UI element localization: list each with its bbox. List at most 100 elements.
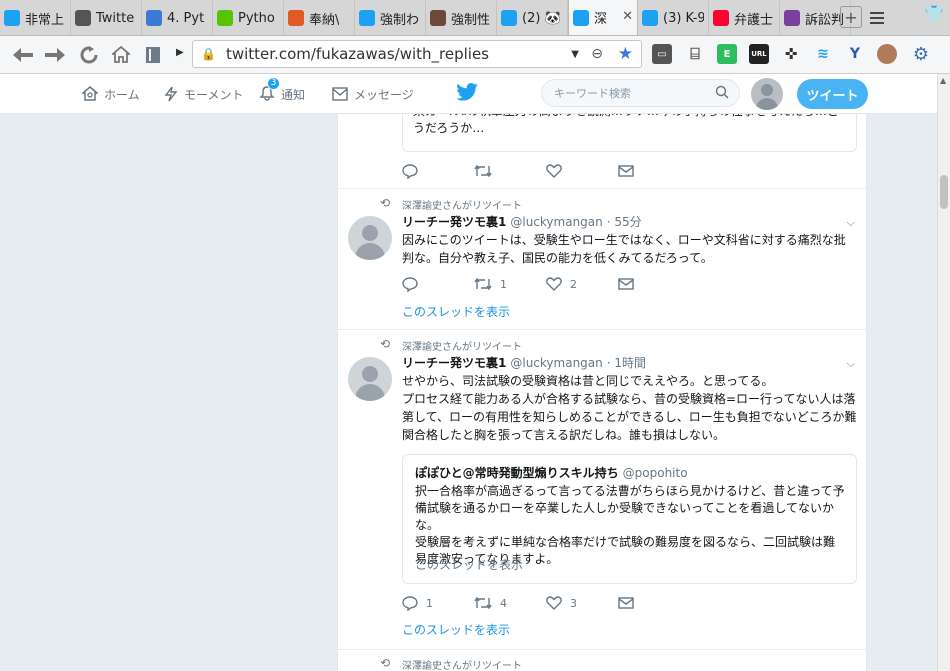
retweet-button[interactable] xyxy=(474,164,546,178)
twitter-bird-icon xyxy=(501,10,517,26)
show-thread-link[interactable]: このスレッドを表示 xyxy=(402,303,510,320)
tab-title: 訴訟判 xyxy=(805,12,845,28)
forward-button[interactable] xyxy=(40,40,70,70)
url-shortener-icon[interactable]: URL xyxy=(749,44,769,64)
tweet-partial[interactable]: 某ガールⅡの執筆圧力の高まりを観測…ウソ…今の手持ちの仕事を考えたら…どうだろう… xyxy=(338,114,866,189)
browser-tab[interactable]: 強制わ xyxy=(355,1,426,35)
like-button[interactable]: 2 xyxy=(546,277,618,291)
user-avatar[interactable] xyxy=(348,216,392,260)
tweet-item[interactable]: ⟲ 深澤諭史さんがリツイート xyxy=(338,650,866,671)
shirt-icon[interactable]: 👕 xyxy=(924,4,944,23)
chevron-down-icon[interactable]: ⌵ xyxy=(847,357,855,371)
profile-avatar[interactable] xyxy=(751,78,783,110)
browser-tab[interactable]: 弁護士 xyxy=(709,1,780,35)
dm-button[interactable] xyxy=(618,597,690,609)
scroll-up-icon[interactable]: ▲ xyxy=(940,76,946,85)
url-dropdown-icon[interactable]: ▼ xyxy=(571,49,579,60)
browser-tab[interactable]: 非常上 xyxy=(0,1,71,35)
nav-home-label: ホーム xyxy=(104,87,140,102)
twitter-header: ホーム モーメント 3 通知 メッセージ キーワード検索 ツイート xyxy=(0,74,937,114)
reply-button[interactable] xyxy=(402,276,474,292)
extension-icon-1[interactable]: ▭ xyxy=(652,44,672,64)
dm-button[interactable] xyxy=(618,165,690,177)
extension-icon-3[interactable]: ≋ xyxy=(813,44,833,64)
home-button[interactable] xyxy=(106,40,136,70)
tab-title: (2) 🐼 xyxy=(522,10,561,26)
browser-tab[interactable]: 奉納\ xyxy=(284,1,355,35)
zoom-icon[interactable]: ⊖ xyxy=(591,46,603,62)
home-icon xyxy=(112,46,130,63)
bookmark-sidebar-button[interactable] xyxy=(138,40,168,70)
bookmark-star-icon[interactable]: ★ xyxy=(618,44,633,64)
search-icon[interactable] xyxy=(715,85,729,99)
quoted-show-thread-link[interactable]: このスレッドを表示 xyxy=(415,556,523,573)
lightning-icon xyxy=(164,86,178,102)
tweet-item[interactable]: ⟲ 深澤諭史さんがリツイート リーチー発ツモ裏1 @luckymangan · 55… xyxy=(338,189,866,330)
nav-moments[interactable]: モーメント xyxy=(164,74,244,114)
profile-photo-icon[interactable] xyxy=(877,44,897,64)
tweet-time[interactable]: · 1時間 xyxy=(607,356,646,370)
twitter-bird-logo-icon[interactable] xyxy=(456,83,478,101)
chevron-down-icon[interactable]: ⌵ xyxy=(847,216,855,230)
reply-button[interactable]: 1 xyxy=(402,595,474,611)
browser-tab[interactable]: 深 ✕ xyxy=(568,0,638,35)
nav-home[interactable]: ホーム xyxy=(82,74,140,114)
tab-title: Twitte xyxy=(96,10,135,26)
browser-tab[interactable]: Twitte xyxy=(71,1,142,35)
chevron-right-icon[interactable]: ▶ xyxy=(176,47,184,58)
tab-title: 強制わ xyxy=(380,12,420,28)
twitter-bird-icon xyxy=(573,9,589,26)
tab-list-button[interactable] xyxy=(870,8,890,28)
tab-title: 弁護士 xyxy=(734,12,774,28)
quote-partial-box[interactable]: 某ガールⅡの執筆圧力の高まりを観測…ウソ…今の手持ちの仕事を考えたら…どうだろう… xyxy=(402,114,857,152)
nav-notifications[interactable]: 3 通知 xyxy=(259,74,305,114)
back-button[interactable] xyxy=(8,40,38,70)
tweet-item[interactable]: ⟲ 深澤諭史さんがリツイート リーチー発ツモ裏1 @luckymangan · 1時… xyxy=(338,330,866,650)
law-icon xyxy=(784,10,800,26)
settings-gear-icon[interactable]: ⚙ xyxy=(911,44,931,65)
tweet-time[interactable]: · 55分 xyxy=(607,215,642,229)
browser-tab[interactable]: Pytho xyxy=(213,1,284,35)
extension-icon-4[interactable]: Y xyxy=(845,44,865,64)
retweeted-by-text: 深澤諭史さんがリツイート xyxy=(402,201,522,212)
bookmarks-icon[interactable]: ⌸ xyxy=(685,44,705,64)
user-handle[interactable]: @luckymangan xyxy=(510,356,602,370)
search-box[interactable]: キーワード検索 xyxy=(541,79,740,107)
photo-avatar-icon xyxy=(430,10,446,26)
user-avatar[interactable] xyxy=(348,357,392,401)
user-name[interactable]: リーチー発ツモ裏1 xyxy=(402,356,506,370)
tab-title: 4. Pyt xyxy=(167,10,205,26)
reply-icon xyxy=(402,163,418,179)
yahoo-icon xyxy=(713,10,729,26)
user-name[interactable]: リーチー発ツモ裏1 xyxy=(402,215,506,229)
nav-messages[interactable]: メッセージ xyxy=(332,74,414,114)
reload-button[interactable] xyxy=(74,40,104,70)
scrollbar-thumb[interactable] xyxy=(940,175,948,209)
url-bar[interactable]: 🔒 twitter.com/fukazawas/with_replies ▼ ⊖… xyxy=(192,40,642,68)
search-input[interactable]: キーワード検索 xyxy=(554,85,631,101)
browser-tab[interactable]: 強制性 xyxy=(426,1,497,35)
show-thread-link[interactable]: このスレッドを表示 xyxy=(402,621,510,638)
page-scrollbar[interactable]: ▲ xyxy=(937,74,950,671)
dm-button[interactable] xyxy=(618,278,690,290)
close-tab-icon[interactable]: ✕ xyxy=(622,9,633,24)
new-tab-button[interactable]: + xyxy=(840,6,862,28)
retweet-button[interactable]: 1 xyxy=(474,277,546,291)
retweet-button[interactable]: 4 xyxy=(474,596,546,610)
like-button[interactable]: 3 xyxy=(546,596,618,610)
reply-icon xyxy=(402,276,418,292)
user-handle[interactable]: @luckymangan xyxy=(510,215,602,229)
evernote-icon[interactable]: E xyxy=(717,44,737,64)
twitter-t-icon xyxy=(4,10,20,26)
nav-messages-label: メッセージ xyxy=(354,87,414,102)
tweet-button[interactable]: ツイート xyxy=(797,79,868,109)
tweet-actions xyxy=(402,162,690,180)
browser-tab[interactable]: (3) K-9 xyxy=(638,1,709,35)
browser-tab[interactable]: (2) 🐼 xyxy=(497,1,568,35)
browser-tab[interactable]: 4. Pyt xyxy=(142,1,213,35)
envelope-icon xyxy=(332,87,348,101)
extension-icon-2[interactable]: ✜ xyxy=(781,44,801,64)
like-button[interactable] xyxy=(546,164,618,178)
reply-button[interactable] xyxy=(402,163,474,179)
quoted-tweet[interactable]: ぽぽひと@常時発動型煽りスキル持ち @popohito 択一合格率が高過ぎるって言… xyxy=(402,454,857,584)
